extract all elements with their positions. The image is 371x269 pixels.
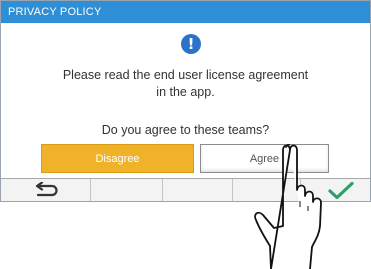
back-button[interactable] bbox=[1, 179, 91, 201]
return-arrow-icon bbox=[35, 182, 58, 197]
dialog-title: PRIVACY POLICY bbox=[1, 1, 370, 23]
message-line-1: Please read the end user license agreeme… bbox=[62, 68, 309, 82]
pointing-hand-icon bbox=[254, 144, 322, 269]
message-line-2: in the app. bbox=[156, 85, 215, 99]
dialog-message: Please read the end user license agreeme… bbox=[1, 67, 370, 101]
toolbar-slot-2 bbox=[91, 179, 163, 201]
disagree-button[interactable]: Disagree bbox=[41, 144, 194, 173]
info-icon: ! bbox=[181, 34, 201, 54]
toolbar-slot-3 bbox=[163, 179, 233, 201]
checkmark-icon bbox=[328, 181, 354, 200]
